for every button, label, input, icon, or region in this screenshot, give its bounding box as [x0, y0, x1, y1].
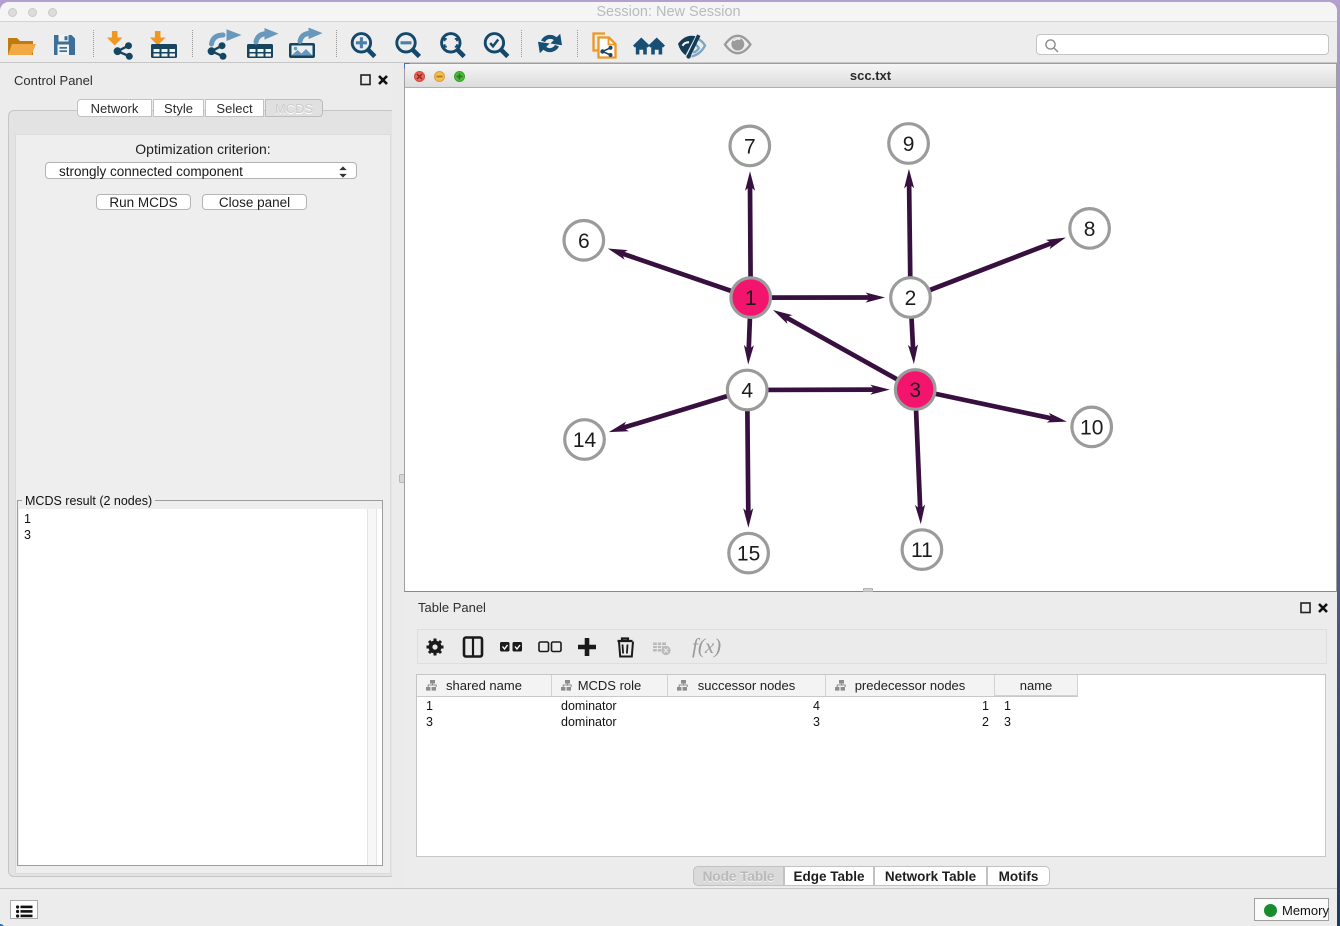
svg-text:14: 14: [573, 429, 597, 452]
svg-text:4: 4: [741, 380, 753, 403]
svg-text:8: 8: [1084, 218, 1096, 241]
svg-text:f(x): f(x): [692, 634, 721, 658]
svg-text:1: 1: [745, 287, 757, 310]
svg-text:15: 15: [737, 543, 760, 566]
svg-text:9: 9: [903, 133, 915, 156]
svg-text:10: 10: [1080, 416, 1103, 439]
svg-text:3: 3: [909, 379, 921, 402]
svg-text:2: 2: [905, 287, 917, 310]
svg-text:6: 6: [578, 230, 590, 253]
svg-text:7: 7: [744, 135, 756, 158]
svg-text:11: 11: [911, 539, 933, 562]
